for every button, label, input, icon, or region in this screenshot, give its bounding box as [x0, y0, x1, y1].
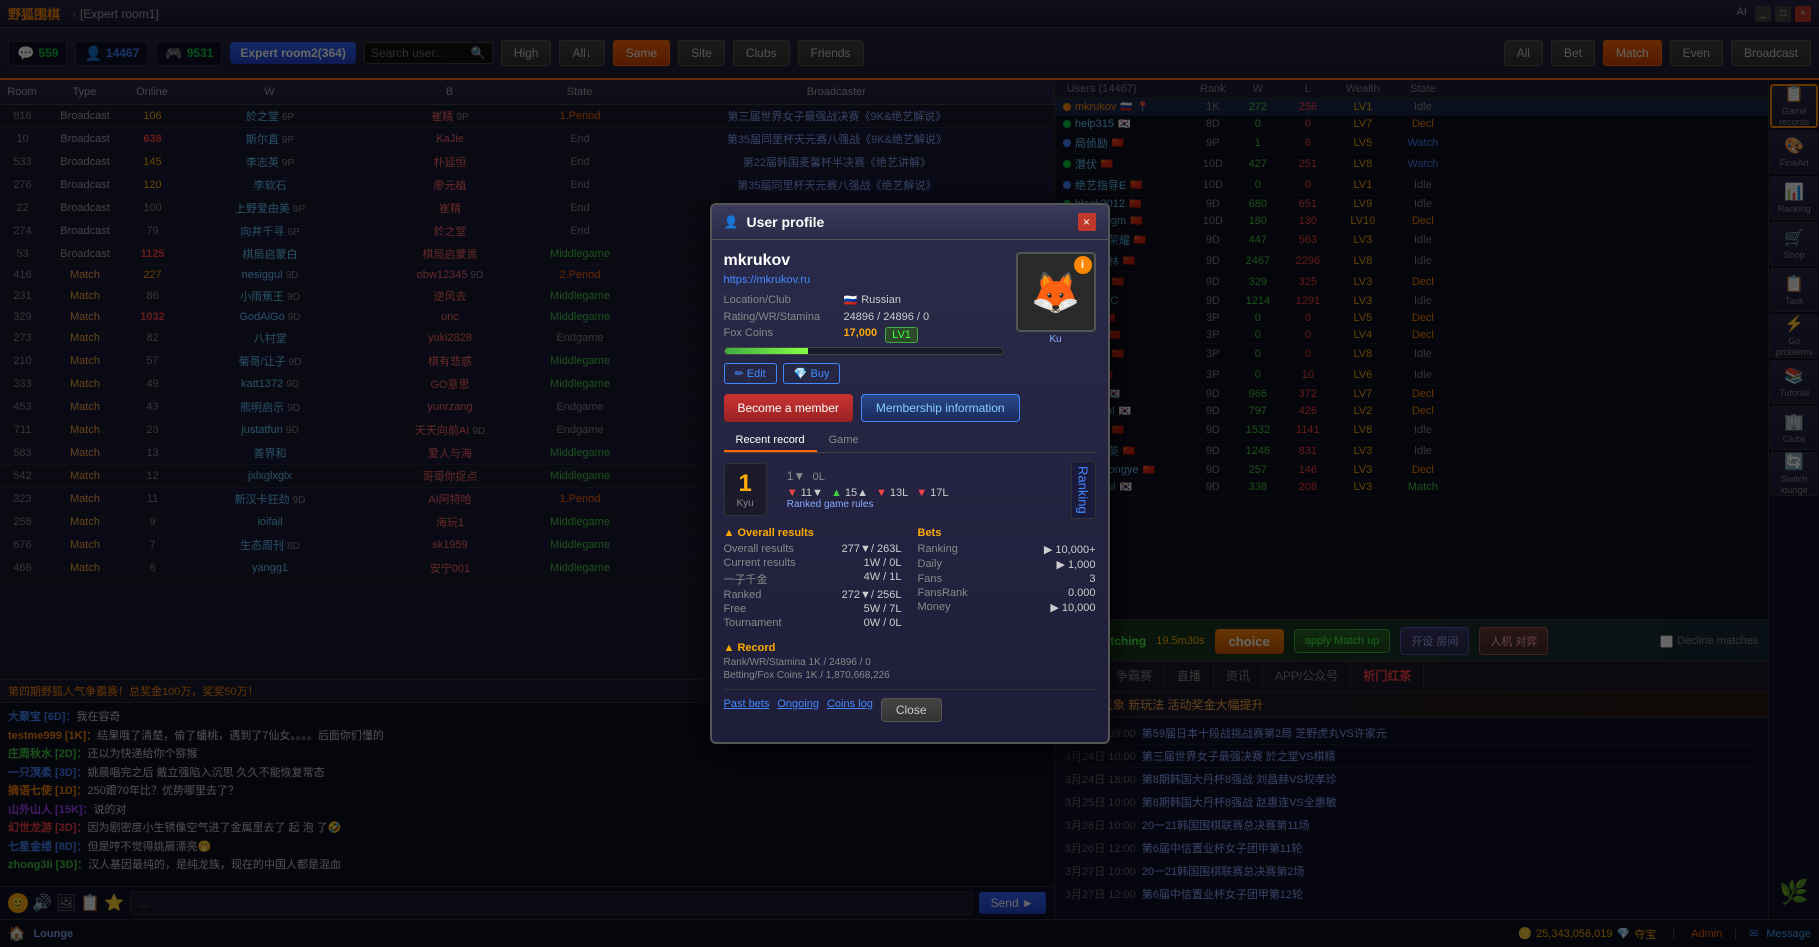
bets-fansrank: FansRank 0.000: [918, 586, 1096, 600]
record-section: ▲ Record Rank/WR/Stamina 1K / 24896 / 0 …: [724, 642, 1096, 681]
profile-rating-field: Rating/WR/Stamina 24896 / 24896 / 0: [724, 311, 1004, 323]
wl-item-3: ▼ 13L: [876, 487, 908, 499]
wl-count-1: 11▼: [801, 487, 823, 499]
record-zero: 0L: [813, 471, 825, 483]
wl-count-4: 17L: [930, 487, 948, 499]
ku-label: Ku: [1016, 334, 1096, 345]
bets-title: Bets: [918, 527, 1096, 539]
buy-button[interactable]: 💎 Buy: [783, 363, 841, 384]
modal-title: User profile: [746, 214, 1069, 230]
wl-item-4: ▼ 17L: [916, 487, 948, 499]
ranked-game-rules[interactable]: Ranked game rules: [787, 499, 949, 510]
wl-count-3: 13L: [890, 487, 908, 499]
or-streak: 一子千金 4W / 1L: [724, 570, 902, 588]
ranking-side-label: Ranking: [1071, 461, 1096, 519]
profile-bottom-tabs: Past bets Ongoing Coins log Close: [724, 689, 1096, 722]
location-value: Russian: [861, 294, 901, 307]
profile-action-buttons: ✏ Edit 💎 Buy: [724, 363, 1004, 384]
level-bar-fill: [725, 348, 808, 354]
membership-info-button[interactable]: Membership information: [861, 394, 1020, 422]
modal-icon: 👤: [724, 215, 739, 229]
or-current: Current results 1W / 0L: [724, 556, 902, 570]
modal-close-button[interactable]: ×: [1078, 213, 1096, 231]
profile-username: mkrukov: [724, 252, 1004, 270]
rating-label: Rating/WR/Stamina: [724, 311, 844, 323]
tab-recent-record[interactable]: Recent record: [724, 430, 817, 452]
stats-section: ▲ Overall results Overall results 277▼/ …: [724, 527, 1096, 636]
or-overall: Overall results 277▼/ 263L: [724, 542, 902, 556]
modal-overlay: 👤 User profile × mkrukov https://mkrukov…: [0, 0, 1819, 947]
wl-count-2: 15▲: [845, 487, 868, 499]
rank-number: 1: [737, 470, 754, 498]
avatar-wrap: 🦊 i Ku: [1016, 252, 1096, 384]
bets-money: Money ▶ 10,000: [918, 600, 1096, 615]
bets-daily2: Daily ▶ 1,000: [918, 557, 1096, 572]
record-wins-losses: 1 ▼ 0L ▼ 11▼ ▲ 15▲ ▼: [787, 469, 949, 510]
modal-body: mkrukov https://mkrukov.ru Location/Club…: [712, 240, 1108, 742]
wl-item-1: ▼ 11▼: [787, 487, 823, 499]
wl-down-icon2: ▼: [876, 487, 887, 499]
wl-up-icon: ▲: [831, 487, 842, 499]
profile-left: mkrukov https://mkrukov.ru Location/Club…: [724, 252, 1004, 384]
avatar-info-button[interactable]: i: [1074, 256, 1092, 274]
overall-results: ▲ Overall results Overall results 277▼/ …: [724, 527, 902, 630]
russian-flag-icon: 🇷🇺: [844, 294, 858, 307]
bets-fans: Fans 3: [918, 572, 1096, 586]
edit-button[interactable]: ✏ Edit: [724, 363, 777, 384]
level-badge: LV1: [885, 327, 918, 343]
wl-down-icon3: ▼: [916, 487, 927, 499]
fox-coins-value: 17,000: [844, 327, 878, 343]
profile-url: https://mkrukov.ru: [724, 274, 1004, 286]
profile-tabs: Recent record Game: [724, 430, 1096, 453]
or-free: Free 5W / 7L: [724, 602, 902, 616]
coins-label: Fox Coins: [724, 327, 844, 343]
or-title: ▲ Overall results: [724, 527, 902, 539]
rating-value: 24896 / 24896 / 0: [844, 311, 930, 323]
profile-location-field: Location/Club 🇷🇺 Russian: [724, 294, 1004, 307]
record-w: 1: [787, 469, 794, 483]
coins-log-link[interactable]: Coins log: [827, 698, 873, 722]
tab-game[interactable]: Game: [817, 430, 871, 452]
rs-title: ▲ Record: [724, 642, 1096, 654]
or-ranked: Ranked 272▼/ 256L: [724, 588, 902, 602]
close-profile-button[interactable]: Close: [881, 698, 942, 722]
modal-header: 👤 User profile ×: [712, 205, 1108, 240]
win-loss-display: ▼ 11▼ ▲ 15▲ ▼ 13L ▼ 17L: [787, 487, 949, 499]
ongoing-link[interactable]: Ongoing: [777, 698, 819, 722]
become-member-button[interactable]: Become a member: [724, 394, 853, 422]
avatar-image: 🦊: [1031, 269, 1081, 316]
profile-top: mkrukov https://mkrukov.ru Location/Club…: [724, 252, 1096, 384]
rank-unit: Kyu: [737, 498, 754, 509]
rs-betting: Betting/Fox Coins 1K / 1,870,668,226: [724, 670, 1096, 681]
level-bar: [724, 347, 1004, 355]
bets-section: Bets Ranking ▶ 10,000+ Ranking ▶ 10,000+…: [918, 527, 1096, 636]
membership-buttons: Become a member Membership information: [724, 394, 1096, 422]
rs-rank-stamina: Rank/WR/Stamina 1K / 24896 / 0: [724, 657, 1096, 668]
wl-item-2: ▲ 15▲: [831, 487, 868, 499]
rank-display: 1 Kyu: [724, 463, 767, 516]
record-stats: 1 Kyu 1 ▼ 0L ▼ 11▼ ▲: [724, 461, 1096, 519]
wl-down-icon: ▼: [787, 487, 798, 499]
past-bets-link[interactable]: Past bets: [724, 698, 770, 722]
bets-ranking: Ranking ▶ 10,000+: [918, 542, 1096, 557]
or-tournament: Tournament 0W / 0L: [724, 616, 902, 630]
profile-coins-field: Fox Coins 17,000 LV1: [724, 327, 1004, 343]
user-profile-modal: 👤 User profile × mkrukov https://mkrukov…: [710, 203, 1110, 744]
location-label: Location/Club: [724, 294, 844, 307]
